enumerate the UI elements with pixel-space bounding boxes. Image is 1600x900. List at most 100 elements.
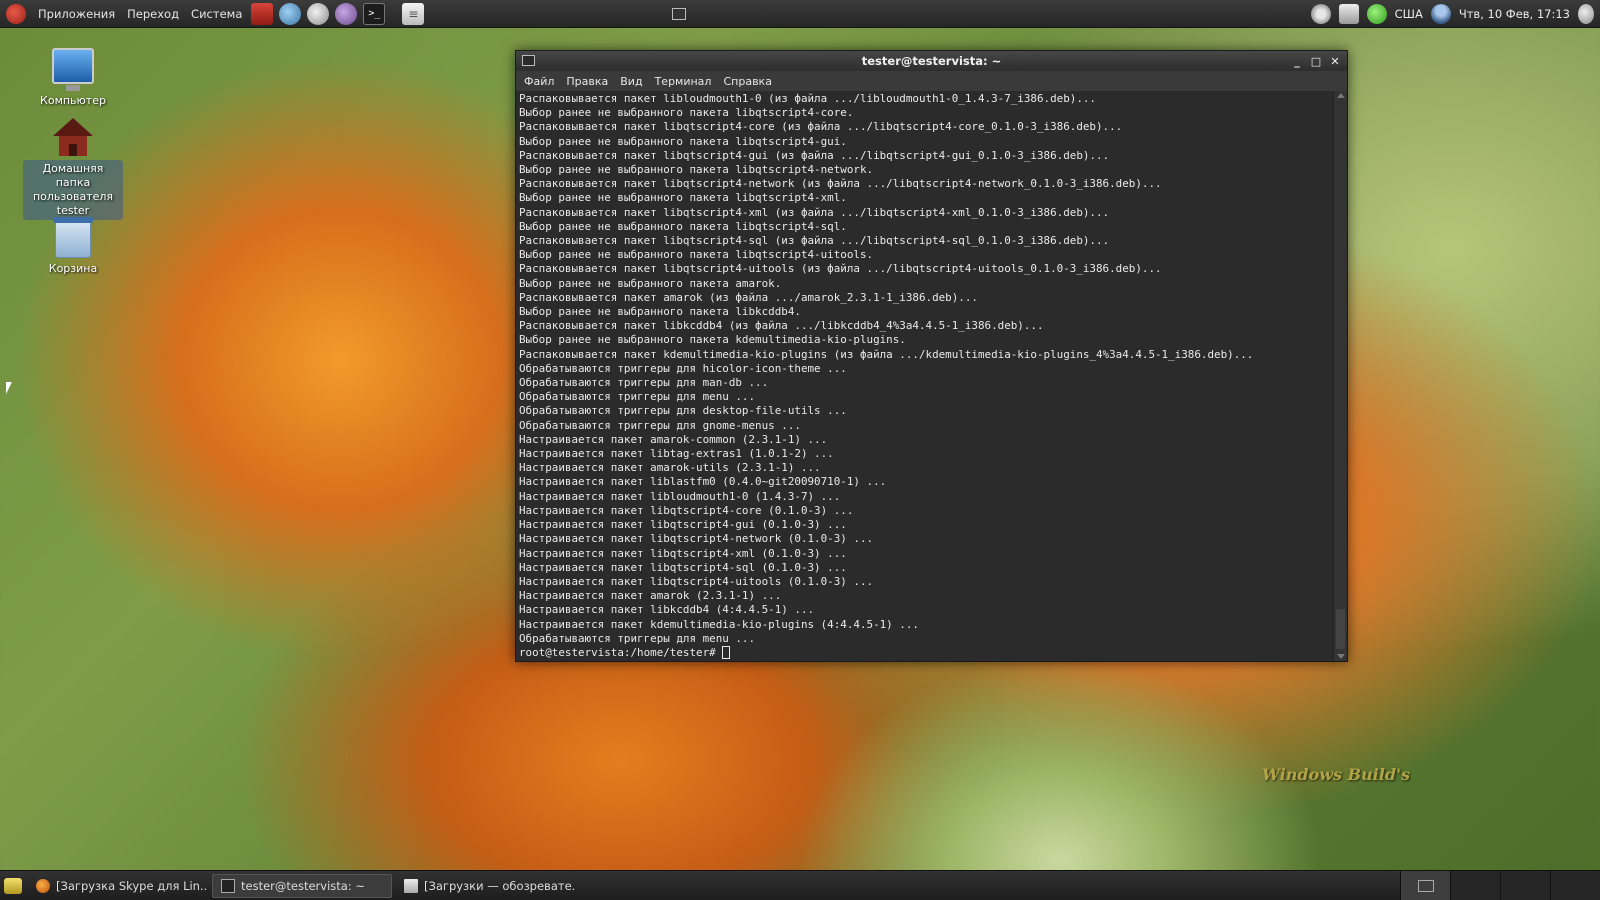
- desktop-icon-label: Компьютер: [40, 94, 106, 107]
- mouse-pointer-icon: [6, 382, 12, 394]
- terminal-window-icon[interactable]: [522, 55, 535, 66]
- notes-launcher-icon[interactable]: ≡: [402, 2, 425, 25]
- top-panel: Приложения Переход Система >_ ≡ США Чтв,…: [0, 0, 1600, 28]
- desktop-icon-label: Домашняя папка пользователя tester: [23, 160, 123, 220]
- terminal-output[interactable]: Распаковывается пакет libloudmouth1-0 (и…: [516, 91, 1347, 661]
- system-tray: США Чтв, 10 Фев, 17:13: [1307, 0, 1600, 28]
- desktop-icon-label: Корзина: [48, 262, 98, 275]
- terminal-text[interactable]: Распаковывается пакет libloudmouth1-0 (и…: [519, 92, 1331, 660]
- scroll-up-icon[interactable]: [1337, 93, 1345, 98]
- terminal-line: Распаковывается пакет libkcddb4 (из файл…: [519, 319, 1044, 333]
- terminal-line: Выбор ранее не выбранного пакета libqtsc…: [519, 248, 874, 262]
- desktop-icon-computer[interactable]: Компьютер: [23, 48, 123, 107]
- user-icon[interactable]: [1430, 4, 1451, 24]
- desktop-icon-trash[interactable]: Корзина: [23, 217, 123, 275]
- terminal-line: Обрабатываются триггеры для hicolor-icon…: [519, 361, 847, 375]
- terminal-line: Настраивается пакет libqtscript4-core (0…: [519, 503, 854, 517]
- close-button[interactable]: ✕: [1327, 53, 1343, 69]
- menu-applications[interactable]: Приложения: [32, 7, 121, 21]
- terminal-scrollbar[interactable]: [1333, 91, 1347, 661]
- terminal-menubar: Файл Правка Вид Терминал Справка: [516, 71, 1347, 91]
- terminal-line: Выбор ранее не выбранного пакета libkcdd…: [519, 305, 801, 319]
- watermark-logo: Windows Build's: [1262, 765, 1411, 784]
- terminal-line: Выбор ранее не выбранного пакета kdemult…: [519, 333, 906, 347]
- workspace-1[interactable]: [1400, 871, 1450, 900]
- menu-terminal[interactable]: Терминал: [655, 75, 712, 88]
- update-gear-icon[interactable]: [1310, 4, 1331, 24]
- terminal-line: Распаковывается пакет libloudmouth1-0 (и…: [519, 92, 1096, 105]
- workspace-switcher: [1400, 871, 1600, 900]
- home-folder-icon: [53, 118, 93, 156]
- clock[interactable]: Чтв, 10 Фев, 17:13: [1459, 7, 1570, 21]
- terminal-line: Выбор ранее не выбранного пакета libqtsc…: [519, 134, 847, 148]
- terminal-prompt[interactable]: root@testervista:/home/tester#: [519, 645, 1331, 660]
- terminal-line: Распаковывается пакет libqtscript4-core …: [519, 120, 1123, 134]
- taskbar-item-skype-download[interactable]: [Загрузка Skype для Lin...: [28, 874, 208, 898]
- status-icon[interactable]: [1366, 4, 1387, 24]
- terminal-line: Распаковывается пакет amarok (из файла .…: [519, 290, 978, 304]
- prompt-text: root@testervista:/home/tester#: [519, 645, 716, 659]
- terminal-line: Настраивается пакет libkcddb4 (4:4.4.5-1…: [519, 603, 815, 617]
- scroll-thumb[interactable]: [1336, 609, 1345, 649]
- terminal-line: Распаковывается пакет kdemultimedia-kio-…: [519, 347, 1254, 361]
- workspace-2[interactable]: [1450, 871, 1500, 900]
- terminal-line: Обрабатываются триггеры для menu ...: [519, 390, 756, 404]
- menu-help[interactable]: Справка: [723, 75, 771, 88]
- terminal-line: Обрабатываются триггеры для gnome-menus …: [519, 418, 801, 432]
- terminal-line: Настраивается пакет kdemultimedia-kio-pl…: [519, 617, 919, 631]
- taskbar-item-downloads[interactable]: [Загрузки — обозревате...: [396, 874, 576, 898]
- menu-edit[interactable]: Правка: [566, 75, 608, 88]
- maximize-button[interactable]: □: [1308, 53, 1324, 69]
- terminal-line: Настраивается пакет amarok-common (2.3.1…: [519, 432, 828, 446]
- menu-places[interactable]: Переход: [121, 7, 185, 21]
- terminal-window[interactable]: tester@testervista: ~ _ □ ✕ Файл Правка …: [515, 50, 1348, 662]
- menu-file[interactable]: Файл: [524, 75, 554, 88]
- show-desktop-icon[interactable]: [4, 877, 22, 894]
- terminal-line: Настраивается пакет libqtscript4-gui (0.…: [519, 518, 847, 532]
- firefox-icon: [36, 878, 50, 893]
- terminal-line: Обрабатываются триггеры для man-db ...: [519, 376, 769, 390]
- window-list-icon[interactable]: [672, 8, 686, 20]
- distro-logo-icon[interactable]: [6, 3, 26, 24]
- terminal-line: Настраивается пакет libqtscript4-xml (0.…: [519, 546, 847, 560]
- bottom-panel: [Загрузка Skype для Lin... tester@tester…: [0, 870, 1600, 900]
- terminal-line: Обрабатываются триггеры для desktop-file…: [519, 404, 847, 418]
- terminal-line: Выбор ранее не выбранного пакета libqtsc…: [519, 191, 847, 205]
- im-launcher-icon[interactable]: [335, 2, 358, 25]
- volume-icon[interactable]: [1578, 4, 1594, 24]
- terminal-line: Настраивается пакет amarok (2.3.1-1) ...: [519, 589, 782, 603]
- terminal-line: Распаковывается пакет libqtscript4-xml (…: [519, 205, 1110, 219]
- window-title: tester@testervista: ~: [861, 54, 1002, 68]
- computer-icon: [52, 48, 94, 91]
- terminal-line: Настраивается пакет libloudmouth1-0 (1.4…: [519, 489, 841, 503]
- task-label: [Загрузки — обозревате...: [424, 878, 576, 893]
- network-icon[interactable]: [1338, 4, 1359, 24]
- desktop-icon-home[interactable]: Домашняя папка пользователя tester: [23, 118, 123, 220]
- keyboard-layout-indicator[interactable]: США: [1395, 7, 1423, 21]
- workspace-4[interactable]: [1550, 871, 1600, 900]
- terminal-line: Обрабатываются триггеры для menu ...: [519, 631, 756, 645]
- terminal-line: Настраивается пакет libtag-extras1 (1.0.…: [519, 447, 834, 461]
- browser-launcher-icon[interactable]: [279, 2, 302, 25]
- trash-icon: [53, 217, 93, 258]
- terminal-line: Выбор ранее не выбранного пакета libqtsc…: [519, 163, 874, 177]
- minimize-button[interactable]: _: [1289, 53, 1305, 69]
- menu-view[interactable]: Вид: [620, 75, 642, 88]
- terminal-line: Распаковывается пакет libqtscript4-netwo…: [519, 177, 1162, 191]
- terminal-launcher-icon[interactable]: >_: [363, 2, 386, 25]
- taskbar-item-terminal[interactable]: tester@testervista: ~: [212, 873, 392, 898]
- workspace-3[interactable]: [1500, 871, 1550, 900]
- terminal-line: Распаковывается пакет libqtscript4-gui (…: [519, 148, 1110, 162]
- window-titlebar[interactable]: tester@testervista: ~ _ □ ✕: [516, 51, 1347, 71]
- scroll-down-icon[interactable]: [1337, 654, 1345, 659]
- menu-system[interactable]: Система: [185, 7, 248, 21]
- mail-launcher-icon[interactable]: [307, 2, 330, 25]
- terminal-line: Распаковывается пакет libqtscript4-sql (…: [519, 234, 1110, 248]
- terminal-line: Настраивается пакет libqtscript4-uitools…: [519, 574, 874, 588]
- terminal-line: Настраивается пакет liblastfm0 (0.4.0~gi…: [519, 475, 887, 489]
- terminal-cursor: [721, 645, 730, 659]
- window-thumbnail-icon: [1417, 880, 1434, 892]
- presentation-launcher-icon[interactable]: [251, 2, 274, 25]
- terminal-line: Выбор ранее не выбранного пакета amarok.: [519, 276, 782, 290]
- terminal-line: Распаковывается пакет libqtscript4-uitoo…: [519, 262, 1162, 276]
